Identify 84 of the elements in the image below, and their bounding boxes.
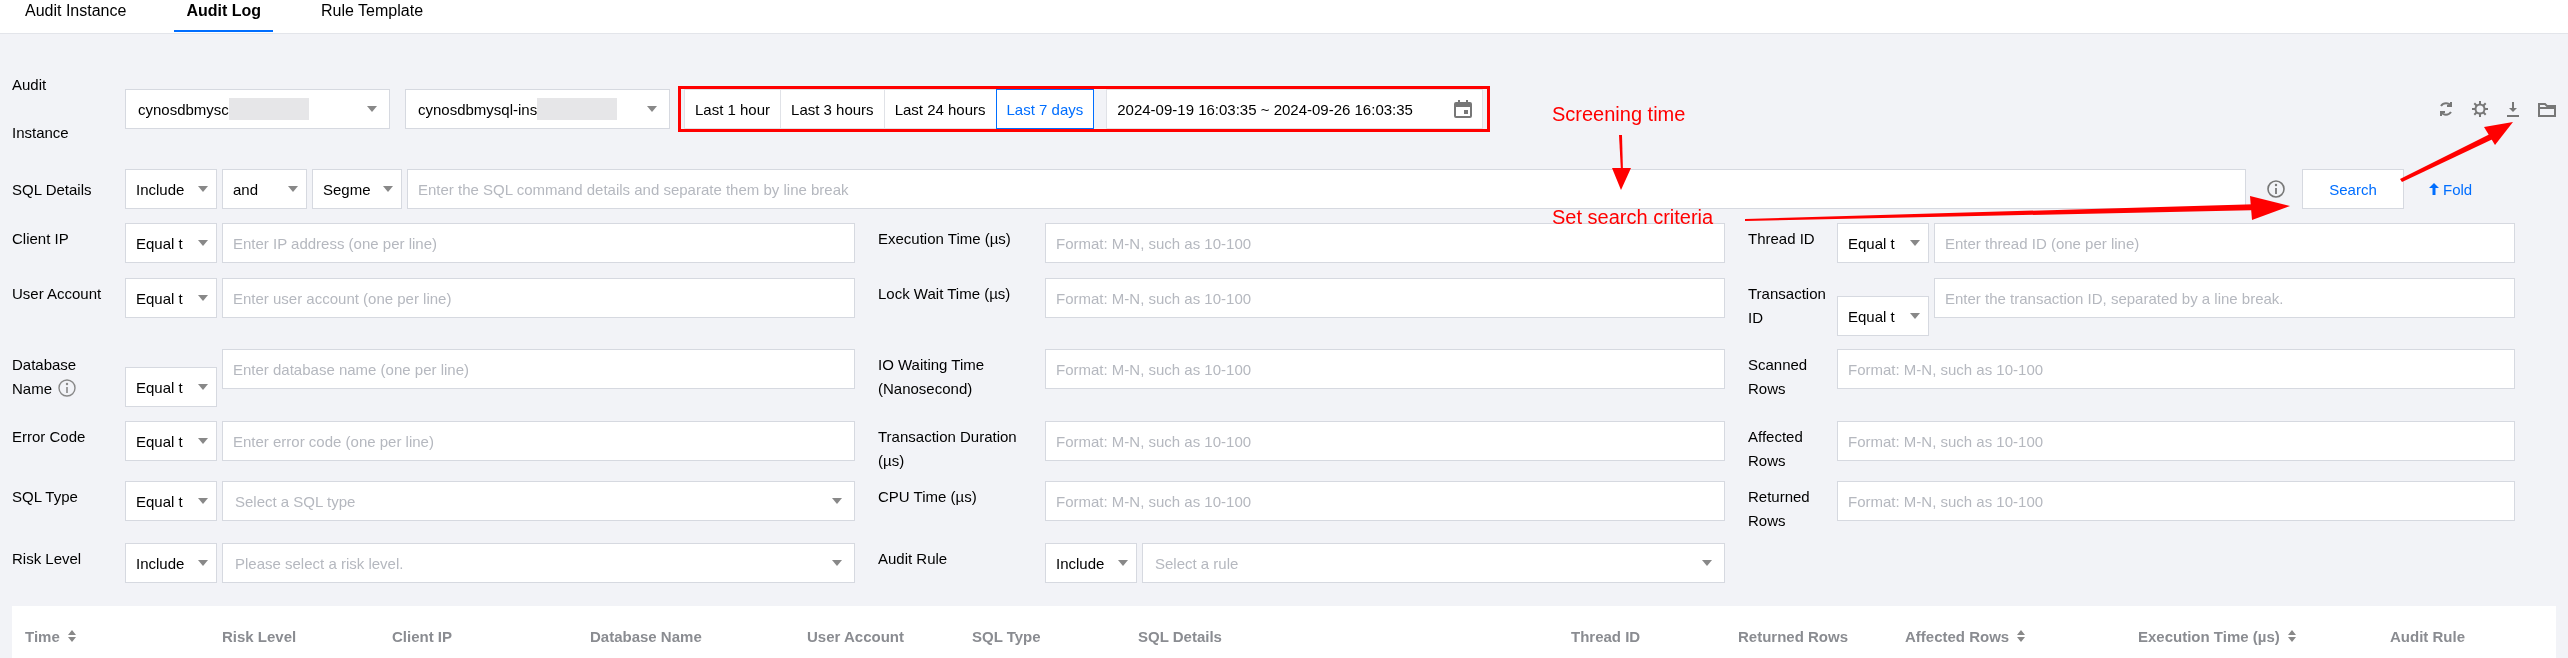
field-label: Execution Time (µs) (878, 230, 1011, 247)
caret-icon (832, 560, 842, 566)
tab[interactable]: Audit Log (174, 0, 274, 32)
text-field[interactable]: Format: M-N, such as 10-100 (1045, 481, 1725, 521)
operator-select[interactable]: Equal t (125, 278, 217, 318)
text-field[interactable]: Enter the transaction ID, separated by a line break. (1934, 278, 2515, 318)
field-label: Lock Wait Time (µs) (878, 285, 1011, 302)
field-label: Client IP (12, 230, 69, 247)
field-label: Database Name (12, 356, 77, 397)
field-label: Affected Rows (1748, 428, 1803, 469)
field-label: Returned Rows (1748, 488, 1810, 529)
text-field[interactable]: Enter error code (one per line) (222, 421, 855, 461)
operator-select[interactable]: Equal t (125, 481, 217, 521)
time-preset-button[interactable]: Last 1 hour (684, 89, 782, 129)
caret-icon (383, 186, 393, 192)
field-label: Scanned Rows (1748, 356, 1808, 397)
field-label: CPU Time (µs) (878, 488, 977, 505)
operator-select[interactable]: Equal t (125, 421, 217, 461)
caret-icon (198, 384, 208, 390)
caret-icon (1702, 560, 1712, 566)
operator-select[interactable]: Equal t (1837, 296, 1929, 336)
text-field[interactable]: Format: M-N, such as 10-100 (1045, 278, 1725, 318)
caret-icon (198, 240, 208, 246)
text-field[interactable]: Format: M-N, such as 10-100 (1045, 349, 1725, 389)
sql-details-field[interactable]: Enter the SQL command details and separate them by line break (407, 169, 2246, 209)
field-label: Risk Level (12, 550, 82, 567)
time-preset-button[interactable]: Last 3 hours (780, 89, 885, 129)
text-field[interactable]: Format: M-N, such as 10-100 (1045, 223, 1725, 263)
caret-icon (1910, 313, 1920, 319)
field-label: Transaction ID (1748, 285, 1826, 326)
field-label: Audit Rule (878, 550, 948, 567)
text-field[interactable]: Format: M-N, such as 10-100 (1837, 349, 2515, 389)
tab[interactable]: Audit Instance (25, 0, 127, 32)
caret-icon (198, 295, 208, 301)
operator-select[interactable]: and (222, 169, 307, 209)
caret-icon (367, 106, 377, 112)
caret-icon (198, 438, 208, 444)
field-label: Audit Instance (12, 75, 70, 143)
caret-icon (198, 186, 208, 192)
field-label: Error Code (12, 428, 86, 445)
arrow-up-icon (2429, 183, 2439, 195)
operator-select[interactable]: Equal t (125, 223, 217, 263)
download-icon[interactable] (2506, 101, 2520, 117)
instance-select[interactable]: cynosdbmysql-ins (405, 89, 670, 129)
caret-icon (1118, 560, 1128, 566)
info-icon (2267, 180, 2285, 198)
text-field[interactable]: Enter database name (one per line) (222, 349, 855, 389)
caret-icon (1910, 240, 1920, 246)
field-label: Transaction Duration (µs) (878, 428, 1017, 469)
caret-icon (832, 498, 842, 504)
date-range-field[interactable]: 2024-09-19 16:03:35 ~ 2024-09-26 16:03:35 (1106, 89, 1484, 129)
text-field[interactable]: Format: M-N, such as 10-100 (1837, 481, 2515, 521)
search-button[interactable]: Search (2302, 169, 2404, 209)
annotation-text: Screening time (1552, 102, 1686, 126)
instance-select[interactable]: cynosdbmysc (125, 89, 390, 129)
operator-select[interactable]: Equal t (1837, 223, 1929, 263)
caret-icon (198, 560, 208, 566)
text-field[interactable]: Format: M-N, such as 10-100 (1045, 421, 1725, 461)
operator-select[interactable]: Segme (312, 169, 402, 209)
settings-icon[interactable] (2472, 101, 2488, 117)
operator-select[interactable]: Include (125, 543, 217, 583)
caret-icon (198, 498, 208, 504)
field-label: SQL Type (12, 488, 78, 505)
tab[interactable]: Rule Template (321, 0, 424, 32)
field-label: User Account (12, 285, 102, 302)
field-label: Thread ID (1748, 230, 1815, 247)
operator-select[interactable]: Equal t (125, 367, 217, 407)
refresh-icon[interactable] (2438, 101, 2454, 117)
time-preset-button[interactable]: Last 7 days (995, 89, 1095, 129)
caret-icon (288, 186, 298, 192)
fold-link[interactable]: Fold (2429, 180, 2473, 198)
field-label: SQL Details (12, 180, 93, 198)
text-field[interactable]: Format: M-N, such as 10-100 (1837, 421, 2515, 461)
time-preset-button[interactable]: Last 24 hours (883, 89, 997, 129)
folder-icon[interactable] (2538, 101, 2556, 117)
calendar-icon (1454, 100, 1473, 118)
field-label: IO Waiting Time (Nanosecond) (878, 356, 985, 397)
operator-select[interactable]: Include (1045, 543, 1137, 583)
caret-icon (647, 106, 657, 112)
text-field[interactable]: Enter thread ID (one per line) (1934, 223, 2515, 263)
text-field[interactable]: Enter user account (one per line) (222, 278, 855, 318)
operator-select[interactable]: Include (125, 169, 217, 209)
text-field[interactable]: Enter IP address (one per line) (222, 223, 855, 263)
annotation-arrow (1612, 135, 1631, 190)
